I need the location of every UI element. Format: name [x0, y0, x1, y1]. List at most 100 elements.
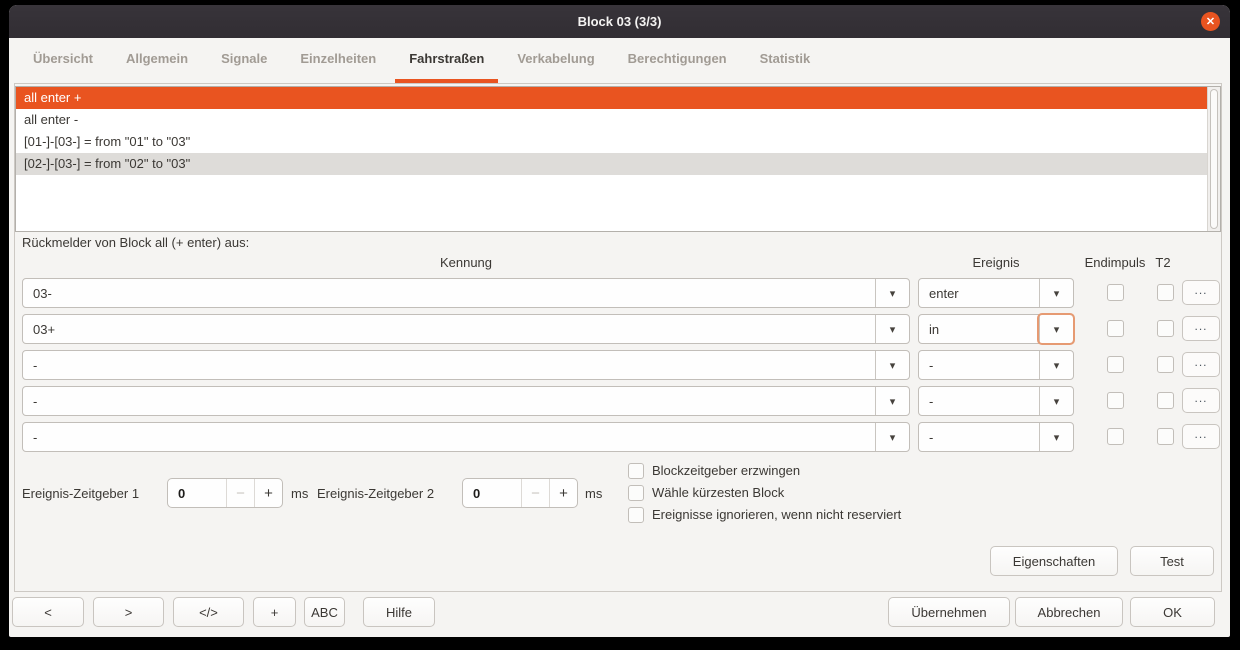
- apply-button[interactable]: Übernehmen: [888, 597, 1010, 627]
- chevron-down-icon[interactable]: ▾: [1039, 315, 1073, 343]
- endimpuls-checkbox[interactable]: [1107, 356, 1124, 373]
- ereignis-combo[interactable]: - ▾: [918, 422, 1074, 452]
- cancel-button[interactable]: Abbrechen: [1015, 597, 1123, 627]
- t2-checkbox[interactable]: [1157, 320, 1174, 337]
- routes-list[interactable]: all enter + all enter - [01-]-[03-] = fr…: [15, 86, 1221, 232]
- ok-button[interactable]: OK: [1130, 597, 1215, 627]
- prev-button[interactable]: <: [12, 597, 84, 627]
- timer1-value-input[interactable]: [168, 479, 226, 507]
- next-button[interactable]: >: [93, 597, 164, 627]
- tab-allgemein[interactable]: Allgemein: [112, 38, 202, 83]
- ereignis-combo[interactable]: in ▾: [918, 314, 1074, 344]
- feedback-row: - ▾ - ▾ ...: [22, 350, 1221, 380]
- more-button[interactable]: ...: [1182, 424, 1220, 449]
- titlebar[interactable]: Block 03 (3/3) ✕: [9, 5, 1230, 38]
- combo-value: -: [23, 358, 875, 373]
- timer1-spinner: − +: [167, 478, 283, 508]
- ereignis-combo[interactable]: - ▾: [918, 386, 1074, 416]
- kennung-combo[interactable]: - ▾: [22, 350, 910, 380]
- timer2-unit: ms: [585, 486, 602, 502]
- ereignis-combo[interactable]: enter ▾: [918, 278, 1074, 308]
- routes-scrollbar[interactable]: [1207, 87, 1220, 231]
- ereignisse-ignorieren-checkbox[interactable]: [628, 507, 644, 523]
- timer2-label: Ereignis-Zeitgeber 2: [317, 486, 434, 502]
- tab-bar: Übersicht Allgemein Signale Einzelheiten…: [9, 38, 1230, 83]
- kennung-combo[interactable]: - ▾: [22, 422, 910, 452]
- endimpuls-checkbox[interactable]: [1107, 428, 1124, 445]
- minus-icon[interactable]: −: [226, 479, 254, 507]
- endimpuls-checkbox[interactable]: [1107, 284, 1124, 301]
- more-button[interactable]: ...: [1182, 280, 1220, 305]
- content-panel: all enter + all enter - [01-]-[03-] = fr…: [14, 83, 1222, 592]
- timer1-label: Ereignis-Zeitgeber 1: [22, 486, 139, 502]
- more-button[interactable]: ...: [1182, 316, 1220, 341]
- combo-value: -: [919, 358, 1039, 373]
- route-list-item[interactable]: [01-]-[03-] = from "01" to "03": [16, 131, 1220, 153]
- chevron-down-icon[interactable]: ▾: [875, 423, 909, 451]
- chevron-down-icon[interactable]: ▾: [1039, 351, 1073, 379]
- timer2-value-input[interactable]: [463, 479, 521, 507]
- dialog-window: Block 03 (3/3) ✕ Übersicht Allgemein Sig…: [9, 5, 1230, 637]
- route-list-item[interactable]: all enter +: [16, 87, 1220, 109]
- t2-checkbox[interactable]: [1157, 428, 1174, 445]
- tab-einzelheiten[interactable]: Einzelheiten: [286, 38, 390, 83]
- plus-icon[interactable]: +: [254, 479, 282, 507]
- combo-value: 03-: [23, 286, 875, 301]
- t2-checkbox[interactable]: [1157, 356, 1174, 373]
- help-button[interactable]: Hilfe: [363, 597, 435, 627]
- kennung-combo[interactable]: 03+ ▾: [22, 314, 910, 344]
- eigenschaften-button[interactable]: Eigenschaften: [990, 546, 1118, 576]
- combo-value: -: [919, 394, 1039, 409]
- kennung-combo[interactable]: - ▾: [22, 386, 910, 416]
- timer2-spinner: − +: [462, 478, 578, 508]
- route-list-item[interactable]: [02-]-[03-] = from "02" to "03": [16, 153, 1220, 175]
- xml-code-button[interactable]: </>: [173, 597, 244, 627]
- t2-checkbox[interactable]: [1157, 284, 1174, 301]
- feedback-row: - ▾ - ▾ ...: [22, 386, 1221, 416]
- column-header-kennung: Kennung: [22, 255, 910, 271]
- feedback-row: 03+ ▾ in ▾ ...: [22, 314, 1221, 344]
- more-button[interactable]: ...: [1182, 352, 1220, 377]
- endimpuls-checkbox[interactable]: [1107, 392, 1124, 409]
- chevron-down-icon[interactable]: ▾: [875, 351, 909, 379]
- tab-signale[interactable]: Signale: [207, 38, 281, 83]
- add-button[interactable]: +: [253, 597, 296, 627]
- tab-berechtigungen[interactable]: Berechtigungen: [614, 38, 741, 83]
- tab-verkabelung[interactable]: Verkabelung: [503, 38, 608, 83]
- kennung-combo[interactable]: 03- ▾: [22, 278, 910, 308]
- test-button[interactable]: Test: [1130, 546, 1214, 576]
- tab-fahrstrassen[interactable]: Fahrstraßen: [395, 38, 498, 83]
- more-button[interactable]: ...: [1182, 388, 1220, 413]
- column-header-ereignis: Ereignis: [918, 255, 1074, 271]
- close-button[interactable]: ✕: [1201, 12, 1220, 31]
- combo-value: -: [23, 430, 875, 445]
- chevron-down-icon[interactable]: ▾: [1039, 279, 1073, 307]
- plus-icon[interactable]: +: [549, 479, 577, 507]
- combo-value: enter: [919, 286, 1039, 301]
- ereignisse-ignorieren-label: Ereignisse ignorieren, wenn nicht reserv…: [652, 507, 901, 523]
- combo-value: 03+: [23, 322, 875, 337]
- minus-icon[interactable]: −: [521, 479, 549, 507]
- t2-checkbox[interactable]: [1157, 392, 1174, 409]
- route-list-item[interactable]: all enter -: [16, 109, 1220, 131]
- blockzeitgeber-checkbox[interactable]: [628, 463, 644, 479]
- chevron-down-icon[interactable]: ▾: [875, 315, 909, 343]
- tab-uebersicht[interactable]: Übersicht: [19, 38, 107, 83]
- blockzeitgeber-label: Blockzeitgeber erzwingen: [652, 463, 800, 479]
- combo-value: -: [919, 430, 1039, 445]
- scrollbar-thumb[interactable]: [1210, 89, 1218, 229]
- chevron-down-icon[interactable]: ▾: [875, 387, 909, 415]
- close-icon: ✕: [1206, 15, 1215, 28]
- chevron-down-icon[interactable]: ▾: [1039, 423, 1073, 451]
- endimpuls-checkbox[interactable]: [1107, 320, 1124, 337]
- chevron-down-icon[interactable]: ▾: [1039, 387, 1073, 415]
- abc-button[interactable]: ABC: [304, 597, 345, 627]
- ereignis-combo[interactable]: - ▾: [918, 350, 1074, 380]
- kuerzester-block-checkbox[interactable]: [628, 485, 644, 501]
- feedback-row: 03- ▾ enter ▾ ...: [22, 278, 1221, 308]
- timer1-unit: ms: [291, 486, 308, 502]
- tab-statistik[interactable]: Statistik: [746, 38, 825, 83]
- chevron-down-icon[interactable]: ▾: [875, 279, 909, 307]
- feedback-row: - ▾ - ▾ ...: [22, 422, 1221, 452]
- screen: Block 03 (3/3) ✕ Übersicht Allgemein Sig…: [0, 0, 1240, 650]
